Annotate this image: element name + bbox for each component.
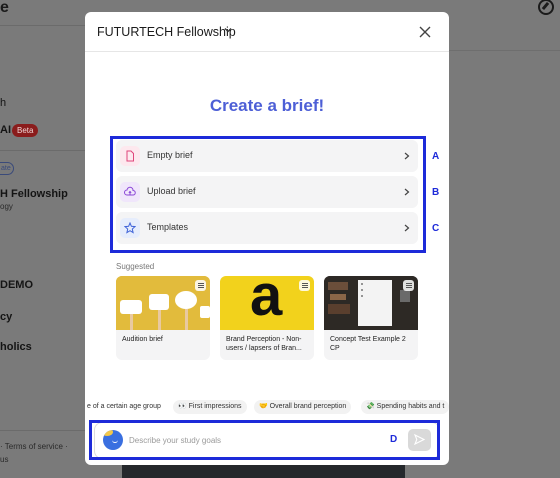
sidebar-text: h [0,97,7,109]
close-button[interactable] [417,24,433,40]
suggestion-chip[interactable]: 🤝 Overall brand perception [254,400,352,414]
divider [0,430,85,431]
sidebar-item-holics[interactable]: holics [0,341,32,353]
footer-link[interactable]: us [0,455,8,464]
annotation-box-options [110,136,426,253]
annotation-letter-c: C [432,223,440,234]
list-icon [403,280,414,291]
page-title: Create a brief! [209,96,325,115]
beta-badge: Beta [12,124,39,137]
suggested-card-audition[interactable]: Audition brief [116,276,210,360]
divider [449,50,560,51]
list-icon [299,280,310,291]
list-icon [195,280,206,291]
sidebar-project-title[interactable]: H Fellowship [0,188,68,200]
suggestion-chips: e of a certain age group 👀 First impress… [85,400,449,416]
annotation-letter-a: A [432,151,440,162]
suggested-label: Suggested [116,262,155,271]
suggestion-chip[interactable]: e of a certain age group [85,400,166,414]
sidebar-item-ai[interactable]: AI [0,124,11,136]
annotation-letter-b: B [432,187,440,198]
footer-terms-link[interactable]: · Terms of service · [0,442,68,451]
suggested-card-concept-test[interactable]: Concept Test Example 2 CP [324,276,418,360]
compass-icon[interactable] [538,0,554,15]
suggested-card-brand-perception[interactable]: a Brand Perception - Non-users / lapsers… [220,276,314,360]
suggestion-chip[interactable]: 👀 First impressions [173,400,247,414]
status-badge: ate [0,162,14,175]
workspace-title[interactable]: FUTURTECH Fellowship [97,25,236,39]
modal-header: FUTURTECH Fellowship [85,12,449,52]
divider [0,150,85,151]
annotation-box-input [89,420,440,460]
sidebar-item-demo[interactable]: DEMO [0,279,33,291]
divider [0,25,85,26]
sidebar-project-subtitle: ogy [0,202,13,211]
sidebar-item-cy[interactable]: cy [0,311,12,323]
chevron-down-icon[interactable] [224,26,232,34]
background-image [122,463,405,478]
suggestion-chip[interactable]: 💸 Spending habits and t [361,400,449,414]
card-title: Concept Test Example 2 CP [330,336,406,352]
card-title: Audition brief [122,336,163,343]
card-glyph: a [250,276,283,328]
card-title: Brand Perception - Non-users / lapsers o… [226,336,302,352]
annotation-letter-d: D [390,434,398,445]
background-app-logo: e [0,0,9,16]
